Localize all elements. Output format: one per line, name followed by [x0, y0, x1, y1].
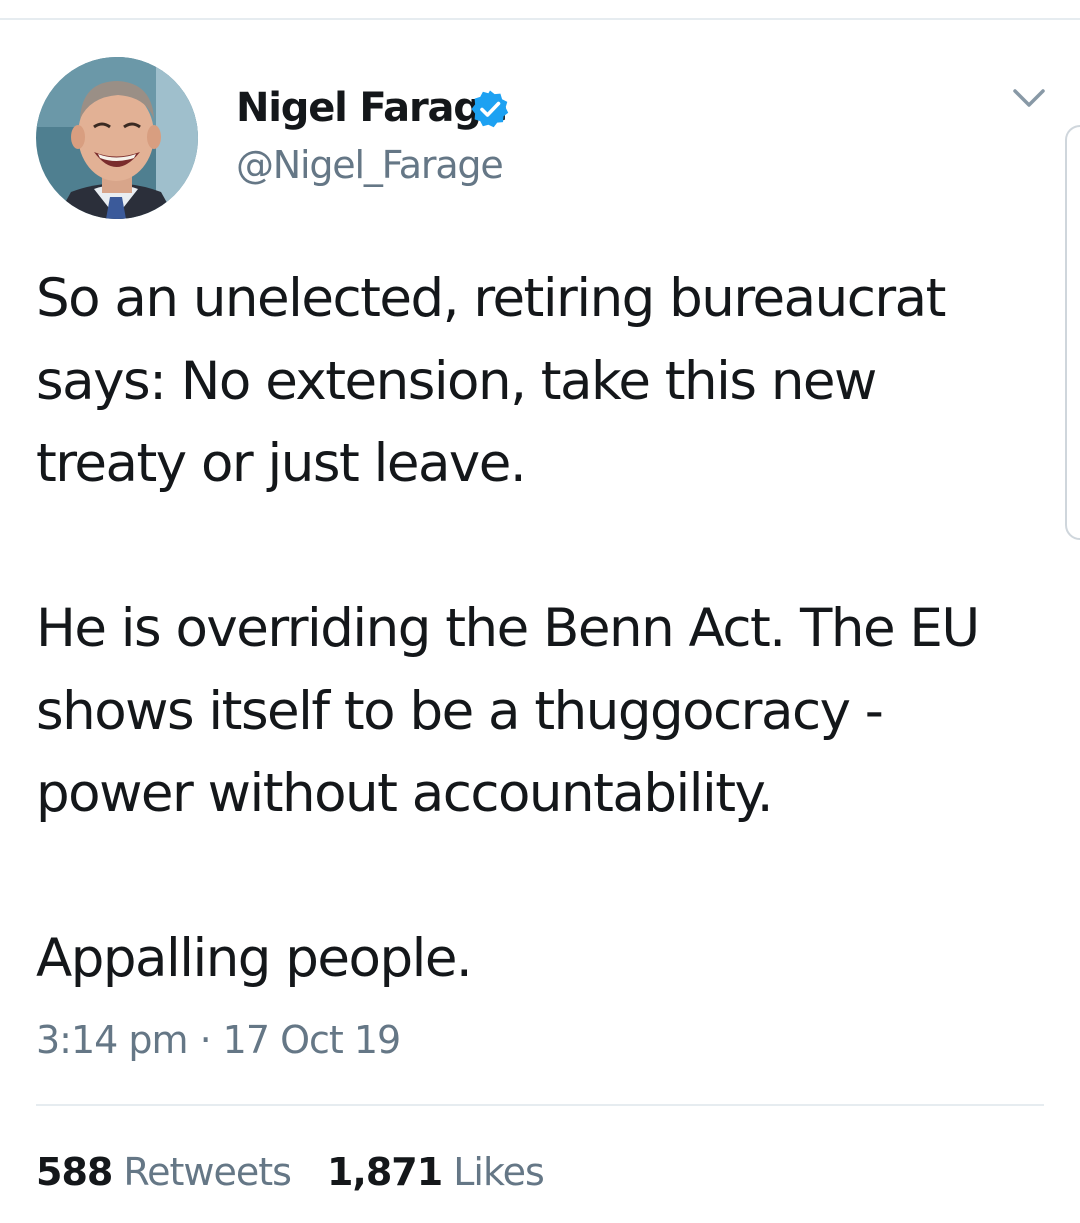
tweet-paragraph: Appalling people.	[36, 928, 473, 989]
likes-count: 1,871	[326, 1150, 443, 1194]
author-handle[interactable]: @Nigel_Farage	[236, 143, 504, 187]
timestamp-separator: ·	[199, 1018, 212, 1062]
author-name[interactable]: Nigel Farage	[236, 85, 508, 131]
chevron-down-icon[interactable]	[1012, 86, 1046, 112]
likes-stat[interactable]: 1,871 Likes	[326, 1150, 545, 1194]
verified-badge-icon	[471, 90, 509, 128]
tweet-paragraph: He is overriding the Benn Act. The EU sh…	[36, 598, 980, 824]
tweet-date: 17 Oct 19	[222, 1018, 402, 1062]
tweet-paragraph: So an unelected, retiring bureaucrat say…	[36, 268, 946, 494]
tweet-text: So an unelected, retiring bureaucrat say…	[36, 258, 1036, 1001]
tweet-timestamp[interactable]: 3:14 pm · 17 Oct 19	[36, 1018, 402, 1062]
retweets-count: 588	[36, 1150, 113, 1194]
avatar[interactable]	[36, 57, 198, 219]
avatar-photo	[36, 57, 198, 219]
scrollbar[interactable]	[1065, 125, 1080, 540]
top-divider	[0, 18, 1080, 20]
retweets-stat[interactable]: 588 Retweets	[36, 1150, 292, 1194]
tweet-stats: 588 Retweets 1,871 Likes	[36, 1150, 545, 1194]
retweets-label: Retweets	[123, 1150, 292, 1194]
likes-label: Likes	[453, 1150, 545, 1194]
tweet-time: 3:14 pm	[36, 1018, 189, 1062]
stats-divider	[36, 1104, 1044, 1106]
